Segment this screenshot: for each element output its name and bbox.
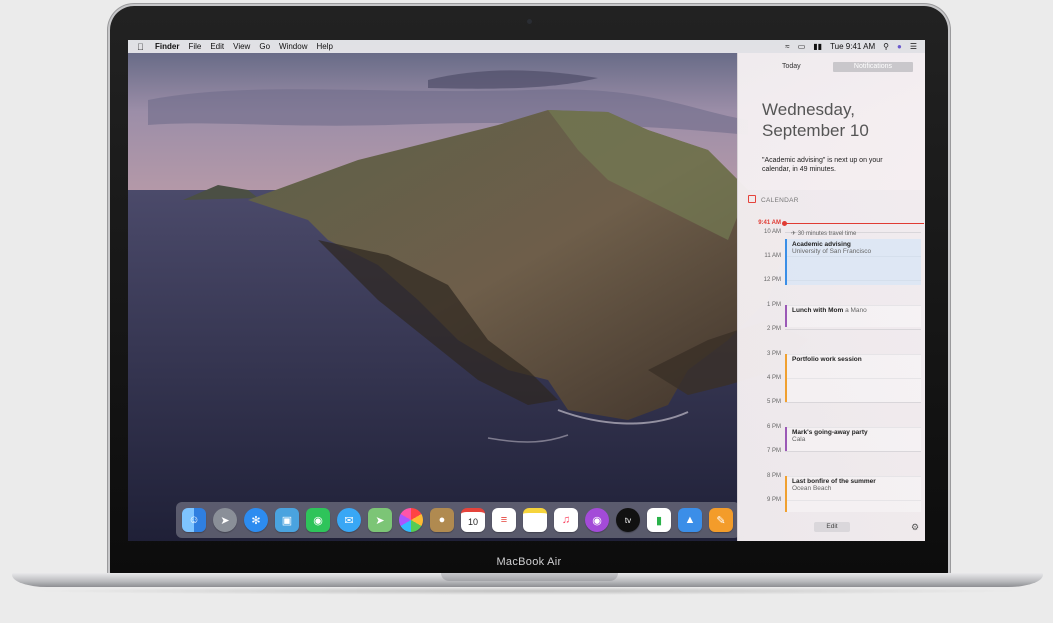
- menu-view[interactable]: View: [233, 42, 250, 51]
- calendar-icon[interactable]: 10: [461, 508, 485, 532]
- finder-icon[interactable]: ☺: [182, 508, 206, 532]
- calendar-event[interactable]: Last bonfire of the summer Ocean Beach: [785, 476, 921, 512]
- event-title: Portfolio work session: [792, 356, 862, 363]
- hour-label: 10 AM: [763, 229, 781, 235]
- nc-tabs: Today Notifications: [738, 62, 925, 73]
- hour-line: [785, 329, 921, 330]
- facetime-icon[interactable]: ◉: [306, 508, 330, 532]
- menu-go[interactable]: Go: [259, 42, 270, 51]
- safari-icon[interactable]: ✻: [244, 508, 268, 532]
- settings-icon[interactable]: ⚙: [911, 522, 919, 533]
- menu-bar:  Finder File Edit View Go Window Help ≈…: [128, 40, 925, 53]
- calendar-event[interactable]: Mark's going-away party Cala: [785, 427, 921, 451]
- lid-notch: [441, 573, 618, 581]
- event-location: University of San Francisco: [792, 248, 872, 255]
- hour-label: 4 PM: [766, 375, 781, 381]
- device-label: MacBook Air: [496, 556, 562, 568]
- event-title: Last bonfire of the summer: [792, 478, 876, 485]
- notes-icon[interactable]: [523, 508, 547, 532]
- launchpad-icon[interactable]: ➤: [213, 508, 237, 532]
- photos-icon[interactable]: [399, 508, 423, 532]
- screen:  Finder File Edit View Go Window Help ≈…: [128, 40, 925, 541]
- hour-label: 11 AM: [764, 253, 781, 259]
- wifi-icon[interactable]: ≈: [785, 42, 789, 51]
- preview-icon[interactable]: ▣: [275, 508, 299, 532]
- hour-label: 8 PM: [766, 473, 781, 479]
- event-location: Cala: [792, 436, 806, 443]
- menu-app-name[interactable]: Finder: [155, 42, 179, 51]
- travel-time: ✈ 30 minutes travel time: [791, 231, 857, 237]
- airplay-icon[interactable]: ▭: [798, 42, 806, 51]
- calendar-event[interactable]: Portfolio work session: [785, 354, 921, 402]
- dock: ☺ ➤ ✻ ▣ ◉ ✉ ➤ ● 10 ≡ ♫ ◉ tv ▮ ▲ ✎: [176, 502, 740, 538]
- hour-label: 12 PM: [763, 277, 781, 283]
- hour-label: 9 PM: [766, 497, 781, 503]
- status-area: ≈ ▭ ▮▮ Tue 9:41 AM ⚲ ● ☰: [785, 40, 925, 53]
- menu-file[interactable]: File: [188, 42, 201, 51]
- messages-icon[interactable]: ✉: [337, 508, 361, 532]
- hour-label: 1 PM: [766, 302, 781, 308]
- current-time-line: [785, 223, 924, 224]
- today-date-day: September 10: [762, 121, 869, 140]
- event-title: Mark's going-away party: [792, 429, 868, 436]
- hour-label: 5 PM: [766, 399, 781, 405]
- podcasts-icon[interactable]: ◉: [585, 508, 609, 532]
- hour-line: [785, 402, 921, 403]
- reminders-icon[interactable]: ≡: [492, 508, 516, 532]
- today-date-weekday: Wednesday,: [762, 100, 855, 119]
- calendar-widget-header: CALENDAR: [748, 195, 799, 204]
- calendar-event[interactable]: Lunch with Mom a Mano: [785, 305, 921, 327]
- battery-icon[interactable]: ▮▮: [813, 42, 822, 51]
- calendar-widget-title: CALENDAR: [761, 197, 799, 204]
- next-event-alert: "Academic advising" is next up on your c…: [762, 157, 883, 173]
- notification-center-icon[interactable]: ☰: [910, 42, 917, 51]
- camera: [527, 19, 532, 24]
- hour-label: 2 PM: [766, 326, 781, 332]
- contacts-icon[interactable]: ●: [430, 508, 454, 532]
- calendar-timeline: 9:41 AM 10 AM 11 AM 12 PM 1 PM 2 PM 3 PM…: [738, 213, 925, 513]
- siri-icon[interactable]: ●: [897, 42, 902, 51]
- tab-today[interactable]: Today: [782, 63, 801, 70]
- music-icon[interactable]: ♫: [554, 508, 578, 532]
- current-time-label: 9:41 AM: [758, 220, 781, 226]
- event-location: Ocean Beach: [792, 485, 832, 492]
- pages-icon[interactable]: ✎: [709, 508, 733, 532]
- apple-menu-icon[interactable]: : [137, 42, 147, 52]
- travel-time-label: 30 minutes travel time: [797, 231, 857, 237]
- hour-line: [785, 451, 921, 452]
- calendar-icon: [748, 195, 756, 203]
- event-title: Lunch with Mom: [792, 307, 844, 314]
- event-title: Academic advising: [792, 241, 851, 248]
- spotlight-icon[interactable]: ⚲: [883, 42, 889, 51]
- hour-label: 6 PM: [766, 424, 781, 430]
- notification-center: Today Notifications Wednesday, September…: [737, 53, 925, 541]
- tv-icon[interactable]: tv: [616, 508, 640, 532]
- calendar-event[interactable]: Academic advising University of San Fran…: [785, 239, 921, 285]
- edit-button[interactable]: Edit: [814, 522, 850, 532]
- menu-clock[interactable]: Tue 9:41 AM: [830, 42, 875, 51]
- maps-icon[interactable]: ➤: [368, 508, 392, 532]
- hour-label: 7 PM: [766, 448, 781, 454]
- menu-help[interactable]: Help: [316, 42, 332, 51]
- keynote-icon[interactable]: ▲: [678, 508, 702, 532]
- base-shadow: [30, 587, 1025, 595]
- menu-edit[interactable]: Edit: [210, 42, 224, 51]
- menu-window[interactable]: Window: [279, 42, 307, 51]
- event-location: a Mano: [845, 307, 867, 314]
- tab-notifications[interactable]: Notifications: [833, 62, 913, 72]
- numbers-icon[interactable]: ▮: [647, 508, 671, 532]
- hour-label: 3 PM: [766, 351, 781, 357]
